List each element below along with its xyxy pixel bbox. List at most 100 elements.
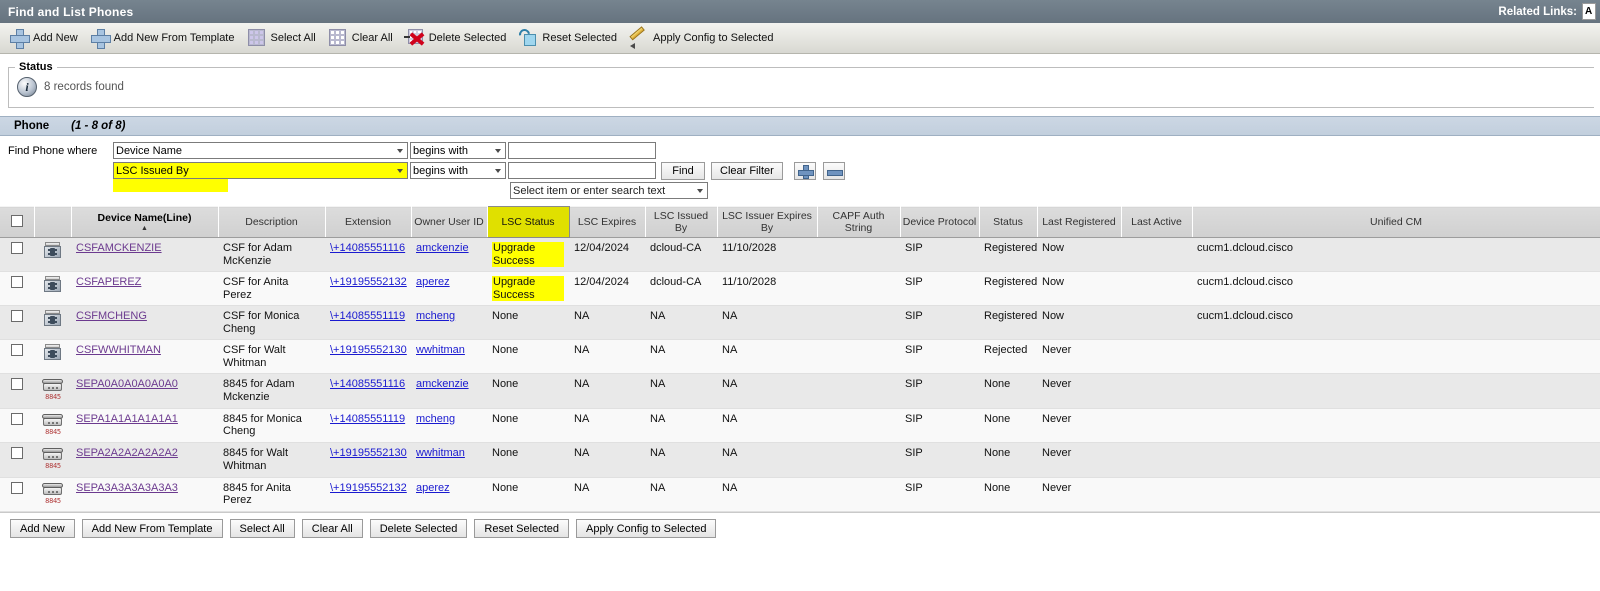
cell-device-name[interactable]: CSFAPEREZ [71,271,218,306]
cell-device-name[interactable]: CSFMCHENG [71,305,218,340]
cell-device-name-link[interactable]: SEPA1A1A1A1A1A1 [76,413,178,425]
header-unified-cm[interactable]: Unified CM [1192,206,1600,238]
header-status[interactable]: Status [979,206,1038,238]
search-item-select[interactable]: Select item or enter search text [510,182,708,199]
add-filter-row-button[interactable] [793,161,816,180]
header-last-active[interactable]: Last Active [1121,206,1193,238]
cell-device-name[interactable]: SEPA2A2A2A2A2A2 [71,442,218,478]
header-lsc-expires[interactable]: LSC Expires [569,206,646,238]
row-checkbox-cell[interactable] [0,237,34,272]
row-checkbox-cell[interactable] [0,373,34,409]
cell-owner-user-id[interactable]: wwhitman [411,442,487,478]
toolbar-delete-selected[interactable]: Delete Selected [403,24,518,52]
filter-field-select-2[interactable]: LSC Issued By [113,162,408,179]
cell-device-name[interactable]: CSFWWHITMAN [71,339,218,374]
bottom-add-new-button[interactable]: Add New [10,519,75,538]
bottom-select-all-button[interactable]: Select All [229,519,295,538]
filter-value-input-1[interactable] [508,142,656,159]
row-checkbox-cell[interactable] [0,271,34,306]
cell-device-name-link[interactable]: SEPA0A0A0A0A0A0 [76,378,178,390]
cell-owner-user-id[interactable]: aperez [411,477,487,512]
bottom-clear-all-button[interactable]: Clear All [301,519,363,538]
row-checkbox-cell[interactable] [0,408,34,443]
cell-device-name[interactable]: SEPA1A1A1A1A1A1 [71,408,218,443]
bottom-delete-selected-button[interactable]: Delete Selected [369,519,468,538]
cell-extension-link[interactable]: \+19195552132 [330,276,407,288]
row-checkbox[interactable] [11,344,23,356]
bottom-reset-selected-button[interactable]: Reset Selected [474,519,569,538]
filter-operator-select-2[interactable]: begins with [410,162,506,179]
related-links-dropdown[interactable]: A [1582,3,1596,20]
find-button[interactable]: Find [661,161,705,180]
header-device-protocol[interactable]: Device Protocol [900,206,980,238]
row-checkbox[interactable] [11,276,23,288]
cell-extension[interactable]: \+14085551119 [325,305,411,340]
cell-owner-user-id-link[interactable]: mcheng [416,413,455,425]
header-description[interactable]: Description [218,206,326,238]
toolbar-add-new[interactable]: Add New [8,24,89,52]
row-checkbox-cell[interactable] [0,339,34,374]
cell-owner-user-id[interactable]: mcheng [411,408,487,443]
cell-device-name-link[interactable]: SEPA3A3A3A3A3A3 [76,482,178,494]
row-checkbox[interactable] [11,378,23,390]
bottom-add-new-from-template-button[interactable]: Add New From Template [81,519,223,538]
cell-extension-link[interactable]: \+14085551119 [330,310,405,322]
cell-owner-user-id[interactable]: amckenzie [411,373,487,409]
toolbar-apply-config-to-selected[interactable]: Apply Config to Selected [628,24,784,52]
cell-owner-user-id[interactable]: wwhitman [411,339,487,374]
cell-extension[interactable]: \+19195552132 [325,271,411,306]
cell-device-name-link[interactable]: CSFMCHENG [76,310,147,322]
cell-device-name[interactable]: CSFAMCKENZIE [71,237,218,272]
cell-owner-user-id-link[interactable]: aperez [416,482,450,494]
cell-owner-user-id-link[interactable]: wwhitman [416,344,465,356]
row-checkbox[interactable] [11,412,23,425]
cell-extension-link[interactable]: \+14085551119 [330,413,405,425]
clear-filter-button[interactable]: Clear Filter [711,161,783,180]
row-checkbox-cell[interactable] [0,477,34,512]
cell-owner-user-id-link[interactable]: amckenzie [416,242,469,254]
cell-extension-link[interactable]: \+19195552130 [330,447,407,459]
header-lsc-issuer-expires-by[interactable]: LSC Issuer Expires By [717,206,818,238]
row-checkbox[interactable] [11,481,23,494]
cell-device-name-link[interactable]: SEPA2A2A2A2A2A2 [76,447,178,459]
header-select-all-checkbox-cell[interactable] [0,206,35,238]
cell-extension[interactable]: \+19195552130 [325,442,411,478]
cell-owner-user-id-link[interactable]: aperez [416,276,450,288]
cell-owner-user-id-link[interactable]: amckenzie [416,378,469,390]
row-checkbox[interactable] [11,447,23,459]
header-capf-auth-string[interactable]: CAPF Auth String [817,206,901,238]
header-device-name[interactable]: Device Name(Line) ▲ [71,206,219,238]
row-checkbox-cell[interactable] [0,442,34,478]
cell-extension[interactable]: \+14085551119 [325,408,411,443]
remove-filter-row-button[interactable] [822,161,845,180]
cell-extension[interactable]: \+19195552132 [325,477,411,512]
header-last-registered[interactable]: Last Registered [1037,206,1122,238]
bottom-apply-config-to-selected-button[interactable]: Apply Config to Selected [576,519,717,538]
cell-device-name-link[interactable]: CSFAPEREZ [76,276,141,288]
row-checkbox-cell[interactable] [0,305,34,340]
filter-value-input-2[interactable] [508,162,656,179]
toolbar-reset-selected[interactable]: Reset Selected [517,24,628,52]
filter-field-select-1[interactable]: Device Name [113,142,408,159]
row-checkbox[interactable] [11,310,23,322]
cell-owner-user-id-link[interactable]: wwhitman [416,447,465,459]
toolbar-select-all[interactable]: Select All [246,24,327,52]
cell-owner-user-id[interactable]: aperez [411,271,487,306]
header-lsc-status[interactable]: LSC Status [486,206,570,238]
cell-extension-link[interactable]: \+14085551116 [330,242,405,254]
header-lsc-issued-by[interactable]: LSC Issued By [645,206,718,238]
cell-owner-user-id-link[interactable]: mcheng [416,310,455,322]
cell-extension-link[interactable]: \+14085551116 [330,378,405,390]
row-checkbox[interactable] [11,242,23,254]
header-extension[interactable]: Extension [325,206,412,238]
toolbar-clear-all[interactable]: Clear All [327,24,404,52]
cell-device-name[interactable]: SEPA0A0A0A0A0A0 [71,373,218,409]
cell-extension-link[interactable]: \+19195552130 [330,344,407,356]
cell-extension[interactable]: \+19195552130 [325,339,411,374]
cell-extension[interactable]: \+14085551116 [325,237,411,272]
select-all-checkbox[interactable] [10,214,23,227]
toolbar-add-new-from-template[interactable]: Add New From Template [89,24,246,52]
cell-device-name[interactable]: SEPA3A3A3A3A3A3 [71,477,218,512]
cell-owner-user-id[interactable]: amckenzie [411,237,487,272]
cell-extension-link[interactable]: \+19195552132 [330,482,407,494]
